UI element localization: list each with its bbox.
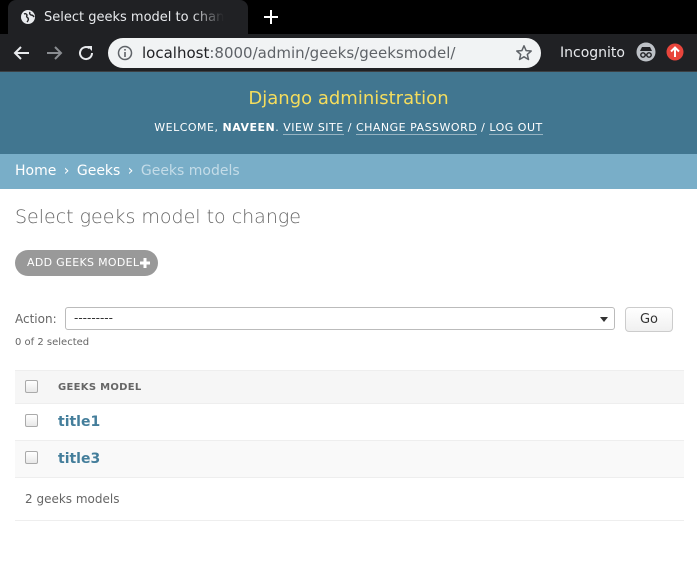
star-icon[interactable] bbox=[515, 44, 533, 62]
page-title: Select geeks model to change bbox=[15, 206, 301, 228]
results-table: GEEKS MODEL title1 title3 2 geeks models bbox=[15, 370, 684, 521]
url-text: localhost:8000/admin/geeks/geeksmodel/ bbox=[142, 44, 455, 62]
row-link[interactable]: title1 bbox=[58, 414, 100, 431]
log-out-link[interactable]: LOG OUT bbox=[489, 121, 543, 135]
site-branding[interactable]: Django administration bbox=[0, 88, 697, 110]
username: NAVEEN bbox=[222, 121, 276, 134]
paginator: 2 geeks models bbox=[15, 478, 684, 521]
tools-separator: / bbox=[477, 121, 490, 134]
action-selected-value: --------- bbox=[74, 311, 113, 325]
row-checkbox[interactable] bbox=[25, 414, 38, 427]
action-select[interactable]: --------- bbox=[65, 307, 615, 330]
table-row: title1 bbox=[15, 404, 684, 441]
reload-icon[interactable] bbox=[76, 43, 96, 63]
change-password-link[interactable]: CHANGE PASSWORD bbox=[355, 121, 478, 135]
row-checkbox[interactable] bbox=[25, 451, 38, 464]
incognito-icon[interactable] bbox=[636, 42, 656, 62]
info-icon[interactable] bbox=[117, 45, 133, 61]
add-button-label: ADD GEEKS MODEL bbox=[27, 256, 140, 269]
globe-icon bbox=[21, 10, 35, 24]
breadcrumb-home[interactable]: Home bbox=[15, 163, 56, 179]
caret-down-icon bbox=[600, 317, 608, 322]
breadcrumb-current: Geeks models bbox=[140, 163, 240, 179]
row-link[interactable]: title3 bbox=[58, 451, 100, 468]
action-label: Action: bbox=[15, 312, 57, 326]
plus-icon bbox=[140, 258, 150, 268]
browser-tab-strip: Select geeks model to change | Django si… bbox=[0, 0, 697, 34]
url-path: :8000/admin/geeks/geeksmodel/ bbox=[209, 44, 456, 62]
incognito-label: Incognito bbox=[560, 45, 625, 61]
forward-arrow-icon[interactable] bbox=[44, 43, 64, 63]
plus-icon[interactable] bbox=[262, 8, 280, 26]
update-icon[interactable] bbox=[666, 43, 684, 61]
browser-tab-title: Select geeks model to change | Django si… bbox=[44, 10, 224, 25]
back-arrow-icon[interactable] bbox=[12, 43, 32, 63]
tools-separator: / bbox=[343, 121, 356, 134]
column-header-geeks-model[interactable]: GEEKS MODEL bbox=[58, 381, 142, 394]
breadcrumb-app[interactable]: Geeks bbox=[77, 163, 120, 179]
welcome-text: WELCOME, bbox=[154, 121, 223, 134]
selected-count: 0 of 2 selected bbox=[15, 337, 90, 348]
url-host: localhost bbox=[142, 44, 210, 62]
view-site-link[interactable]: VIEW SITE bbox=[283, 121, 344, 135]
admin-header: Django administration WELCOME, NAVEEN. V… bbox=[0, 72, 697, 154]
browser-toolbar: localhost:8000/admin/geeks/geeksmodel/ I… bbox=[0, 34, 697, 72]
address-bar[interactable]: localhost:8000/admin/geeks/geeksmodel/ bbox=[108, 38, 541, 68]
breadcrumb-separator: › bbox=[63, 163, 70, 179]
select-all-checkbox[interactable] bbox=[25, 380, 38, 393]
user-tools: WELCOME, NAVEEN. VIEW SITE / CHANGE PASS… bbox=[0, 121, 697, 135]
browser-tab[interactable]: Select geeks model to change | Django si… bbox=[8, 0, 248, 34]
add-geeks-model-button[interactable]: ADD GEEKS MODEL bbox=[15, 250, 158, 276]
breadcrumb-separator: › bbox=[127, 163, 134, 179]
table-header: GEEKS MODEL bbox=[15, 370, 684, 404]
table-row: title3 bbox=[15, 441, 684, 478]
go-button[interactable]: Go bbox=[625, 307, 673, 332]
breadcrumb: Home › Geeks › Geeks models bbox=[0, 154, 697, 189]
